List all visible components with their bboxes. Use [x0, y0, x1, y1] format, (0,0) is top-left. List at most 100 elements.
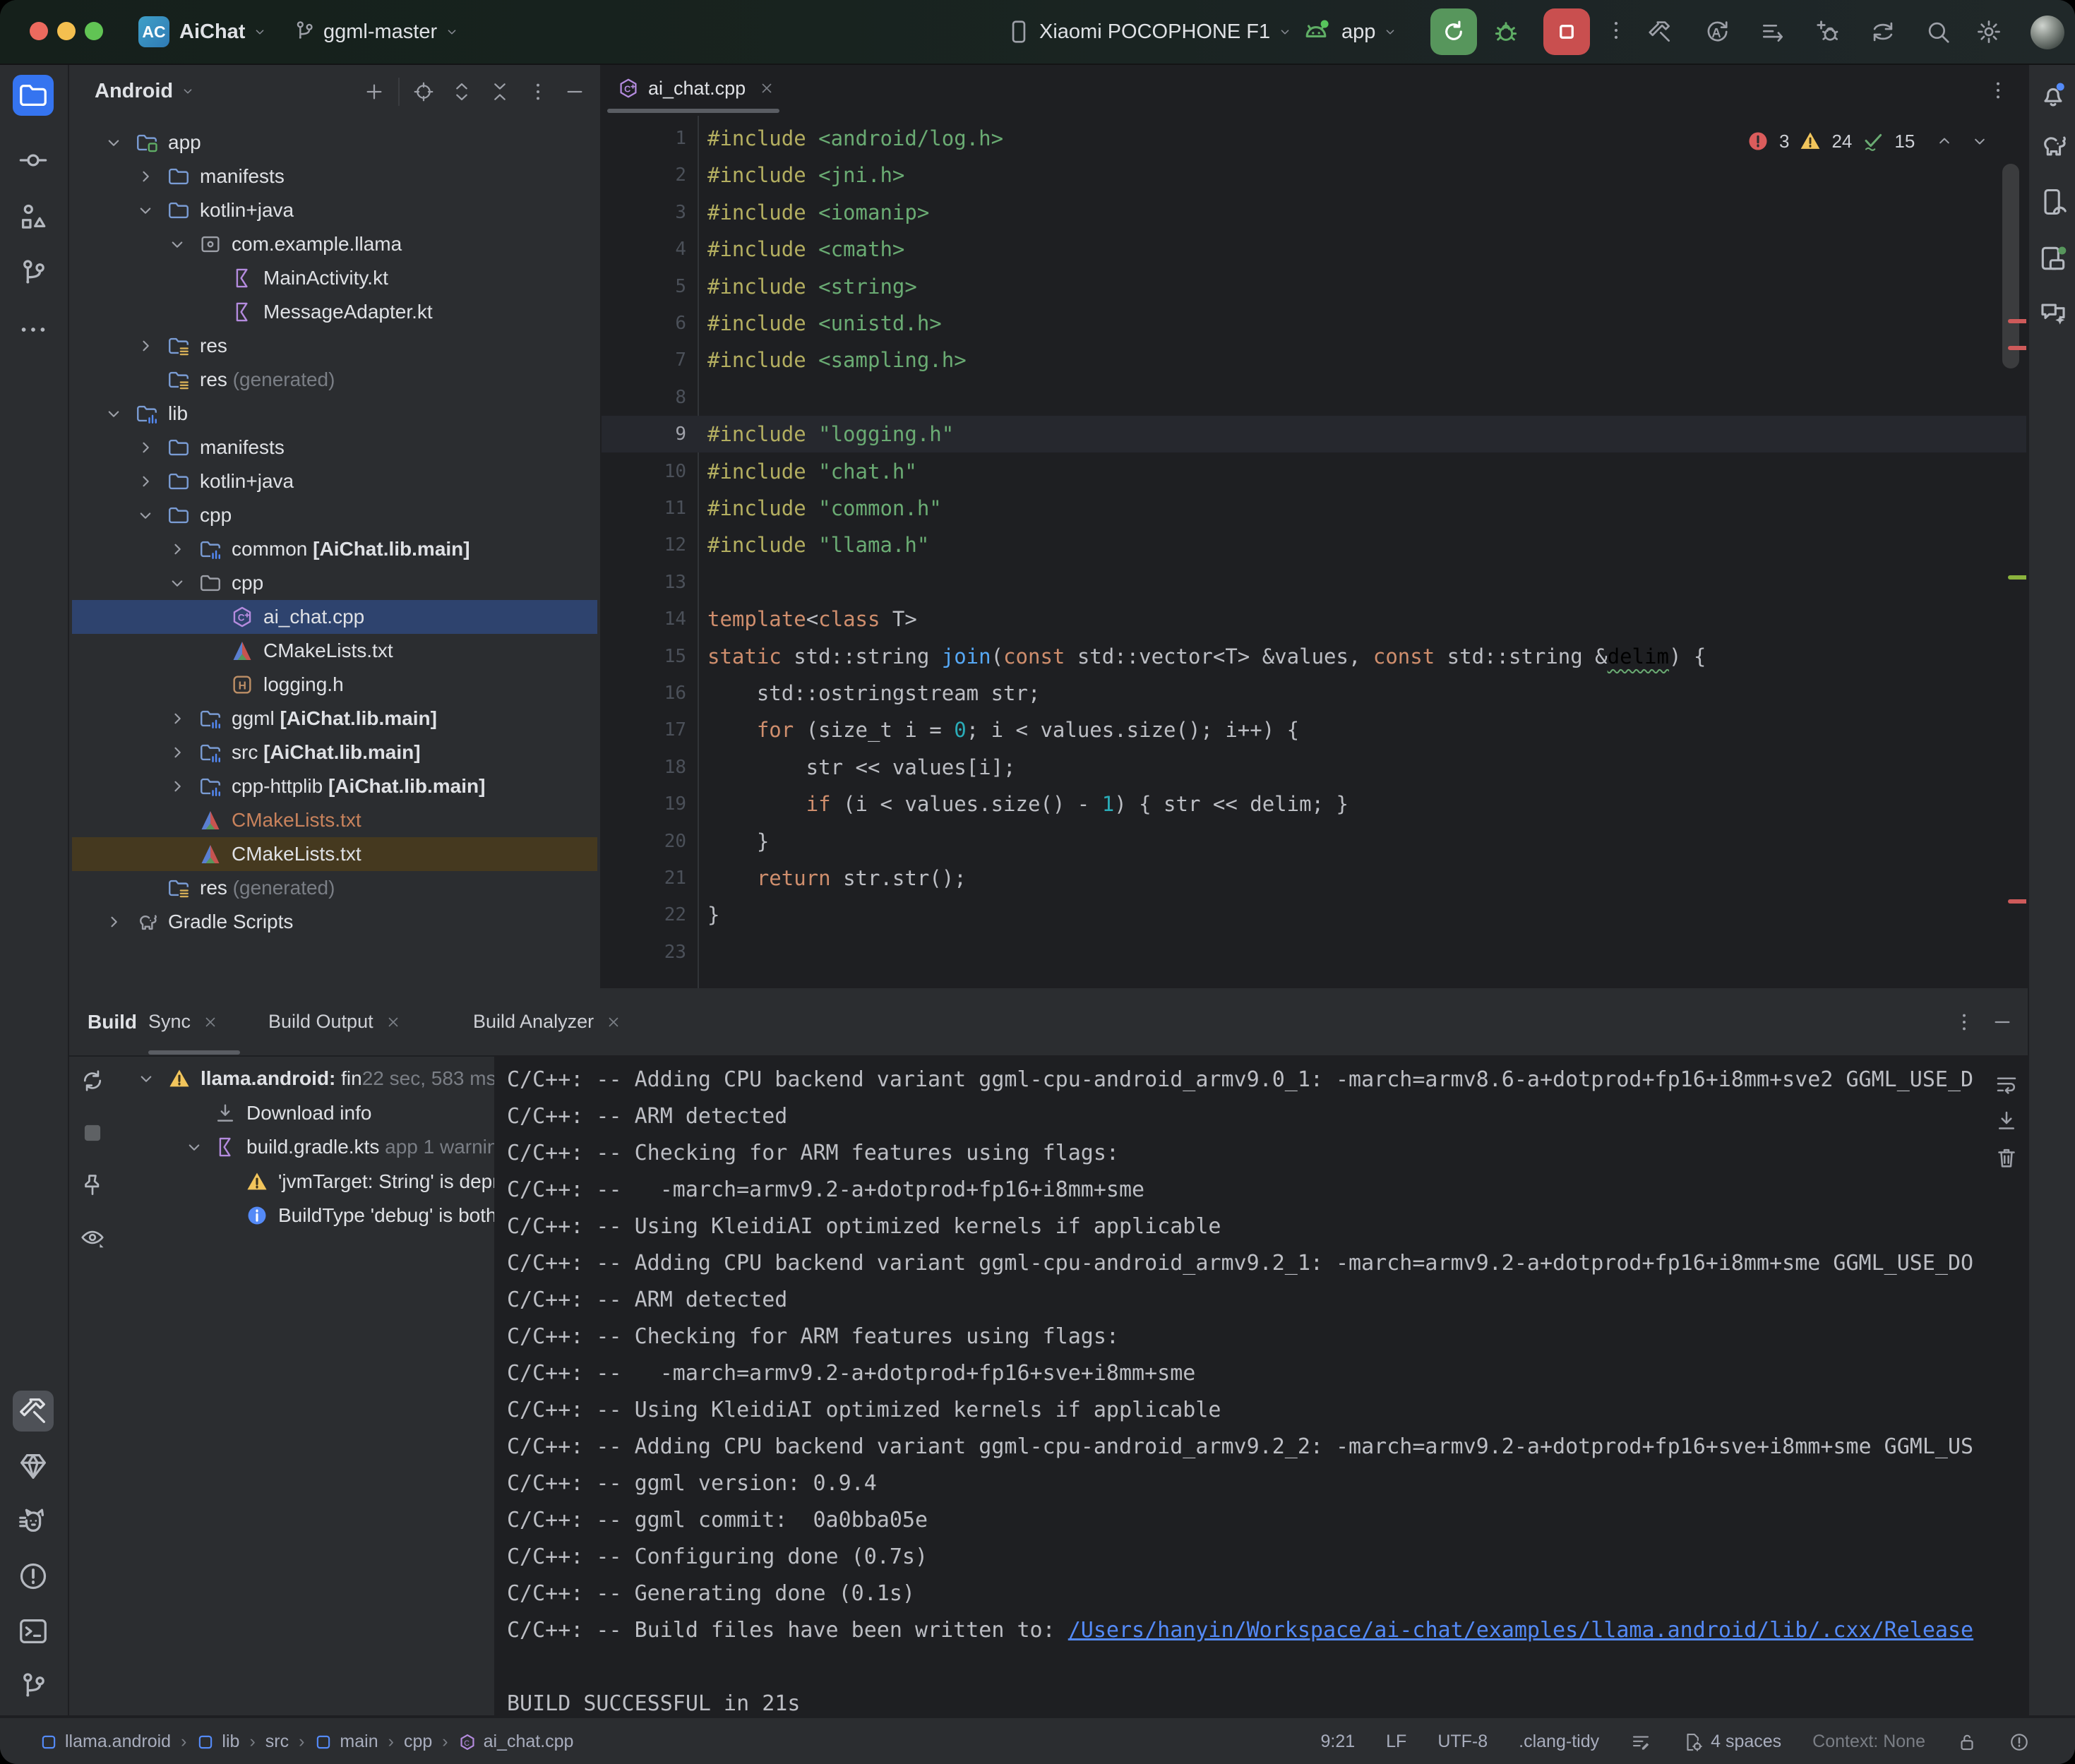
run-config-selector[interactable]: app [1341, 0, 1398, 64]
project-view-selector[interactable]: Android [95, 65, 196, 117]
running-devices-button[interactable] [2038, 186, 2069, 217]
rerun-button[interactable] [1430, 8, 1477, 55]
apply-changes-button[interactable] [1703, 18, 1730, 45]
build-options-icon[interactable] [1953, 1011, 1975, 1033]
terminal-tool-button[interactable] [17, 1615, 49, 1648]
hide-panel-icon[interactable] [563, 80, 586, 103]
gemini-button[interactable] [2038, 298, 2069, 329]
build-tree-row[interactable]: 'jvmTarget: String' is deprec [69, 1165, 496, 1199]
tree-row-kotlin-java[interactable]: kotlin+java [72, 193, 597, 227]
tree-row-mainactivity-kt[interactable]: MainActivity.kt [72, 261, 597, 295]
more-run-actions-button[interactable] [1604, 18, 1628, 42]
build-output-link[interactable]: /Users/hanyin/Workspace/ai-chat/examples… [1068, 1618, 1973, 1643]
device-manager-button[interactable] [2038, 243, 2069, 274]
maximize-window-button[interactable] [85, 22, 103, 40]
project-tool-button[interactable] [13, 75, 54, 116]
next-problem-icon[interactable] [1970, 131, 1990, 151]
commit-tool-button[interactable] [17, 144, 49, 176]
breadcrumb-cpp[interactable]: cpp [404, 1732, 432, 1752]
search-everywhere-button[interactable] [1925, 18, 1951, 45]
unlock-icon[interactable] [1956, 1732, 1978, 1753]
tab-ai-chat-cpp[interactable]: C ai_chat.cpp [607, 65, 775, 112]
breadcrumb-src[interactable]: src [265, 1732, 289, 1752]
pull-requests-tool-button[interactable] [17, 257, 49, 289]
scroll-to-end-icon[interactable] [1994, 1108, 2019, 1134]
editor-options-icon[interactable] [1987, 79, 2009, 102]
structure-tool-button[interactable] [17, 200, 49, 233]
build-tree-row[interactable]: build.gradle.kts app 1 warning [69, 1130, 496, 1164]
minimize-window-button[interactable] [57, 22, 76, 40]
clang-tidy-status[interactable]: .clang-tidy [1519, 1732, 1599, 1752]
gradle-tool-button[interactable] [2038, 130, 2069, 161]
tree-row-res[interactable]: res (generated) [72, 363, 597, 397]
indent-setting[interactable]: 4 spaces [1682, 1732, 1781, 1753]
build-tab-build-analyzer[interactable]: Build Analyzer [473, 988, 622, 1055]
tree-row-kotlin-java[interactable]: kotlin+java [72, 464, 597, 498]
breadcrumb-main[interactable]: main [314, 1732, 378, 1752]
hide-build-panel-icon[interactable] [1991, 1011, 2014, 1033]
device-selector[interactable]: Xiaomi POCOPHONE F1 [1039, 0, 1293, 64]
error-stripe-mark[interactable] [2008, 319, 2026, 323]
build-tree-row[interactable]: Download info [69, 1096, 496, 1130]
close-window-button[interactable] [30, 22, 48, 40]
context-label[interactable]: Context: None [1812, 1732, 1925, 1752]
build-tab-build-output[interactable]: Build Output [268, 988, 402, 1055]
build-tab-sync[interactable]: Sync [148, 988, 219, 1055]
panel-options-icon[interactable] [527, 80, 549, 103]
prev-problem-icon[interactable] [1935, 131, 1954, 151]
tree-row-ggml[interactable]: ggml [AiChat.lib.main] [72, 702, 597, 736]
tree-row-cmakelists-txt[interactable]: CMakeLists.txt [72, 634, 597, 668]
tree-row-gradle-scripts[interactable]: Gradle Scripts [72, 905, 597, 939]
error-stripe-mark[interactable] [2008, 346, 2026, 350]
stop-button[interactable] [1543, 8, 1590, 55]
soft-wrap-icon[interactable] [1994, 1072, 2019, 1097]
build-tool-button[interactable] [13, 1391, 54, 1432]
project-selector[interactable]: AiChat [179, 0, 268, 64]
clear-console-icon[interactable] [1994, 1145, 2019, 1170]
formatter-icon[interactable] [1630, 1732, 1651, 1753]
tree-row-common[interactable]: common [AiChat.lib.main] [72, 532, 597, 566]
tree-row-lib[interactable]: lib [72, 397, 597, 431]
build-panel-title[interactable]: Build [88, 988, 137, 1055]
more-tool-windows-button[interactable] [17, 313, 49, 346]
tree-row-app[interactable]: app [72, 126, 597, 160]
close-tab-icon[interactable] [758, 80, 775, 97]
git-tool-button[interactable] [17, 1670, 49, 1703]
change-stripe-mark[interactable] [2008, 575, 2026, 580]
line-ending[interactable]: LF [1386, 1732, 1406, 1752]
inspections-status-icon[interactable] [2009, 1732, 2030, 1753]
build-button[interactable] [1646, 18, 1673, 45]
error-stripe-mark[interactable] [2008, 899, 2026, 904]
tree-row-cpp-httplib[interactable]: cpp-httplib [AiChat.lib.main] [72, 769, 597, 803]
breadcrumb-llama-android[interactable]: llama.android [40, 1732, 171, 1752]
sync-project-button[interactable] [1870, 18, 1896, 45]
user-avatar[interactable] [2031, 16, 2064, 49]
tree-row-res[interactable]: res (generated) [72, 871, 597, 905]
attach-debugger-button[interactable] [1814, 18, 1841, 45]
tree-row-messageadapter-kt[interactable]: MessageAdapter.kt [72, 295, 597, 329]
build-tree-row[interactable]: llama.android: fin22 sec, 583 ms [69, 1062, 496, 1096]
branch-selector[interactable]: ggml-master [323, 0, 460, 64]
collapse-all-icon[interactable] [489, 80, 511, 103]
tree-row-cmakelists-txt[interactable]: CMakeLists.txt [72, 803, 597, 837]
tree-row-cpp[interactable]: cpp [72, 566, 597, 600]
add-icon[interactable] [363, 80, 385, 103]
build-console[interactable]: C/C++: -- Using KleidiAI optimized kerne… [494, 1057, 2028, 1715]
app-quality-insights-button[interactable] [17, 1450, 49, 1482]
tree-row-res[interactable]: res [72, 329, 597, 363]
tree-row-logging-h[interactable]: Hlogging.h [72, 668, 597, 702]
tree-row-manifests[interactable]: manifests [72, 160, 597, 193]
editor-scrollbar[interactable] [2002, 164, 2019, 368]
expand-all-icon[interactable] [450, 80, 473, 103]
tree-row-src[interactable]: src [AiChat.lib.main] [72, 736, 597, 769]
file-encoding[interactable]: UTF-8 [1437, 1732, 1488, 1752]
profiler-button[interactable] [1759, 18, 1786, 45]
tree-row-cpp[interactable]: cpp [72, 498, 597, 532]
inspections-widget[interactable]: 3 24 15 [1747, 128, 1990, 154]
caret-position[interactable]: 9:21 [1320, 1732, 1355, 1752]
build-tree-row[interactable]: BuildType 'debug' is both de [69, 1199, 496, 1232]
tree-row-com-example-llama[interactable]: com.example.llama [72, 227, 597, 261]
breadcrumb-ai-chat-cpp[interactable]: Cai_chat.cpp [458, 1732, 574, 1752]
select-opened-file-icon[interactable] [412, 80, 435, 103]
tree-row-cmakelists-txt[interactable]: CMakeLists.txt [72, 837, 597, 871]
